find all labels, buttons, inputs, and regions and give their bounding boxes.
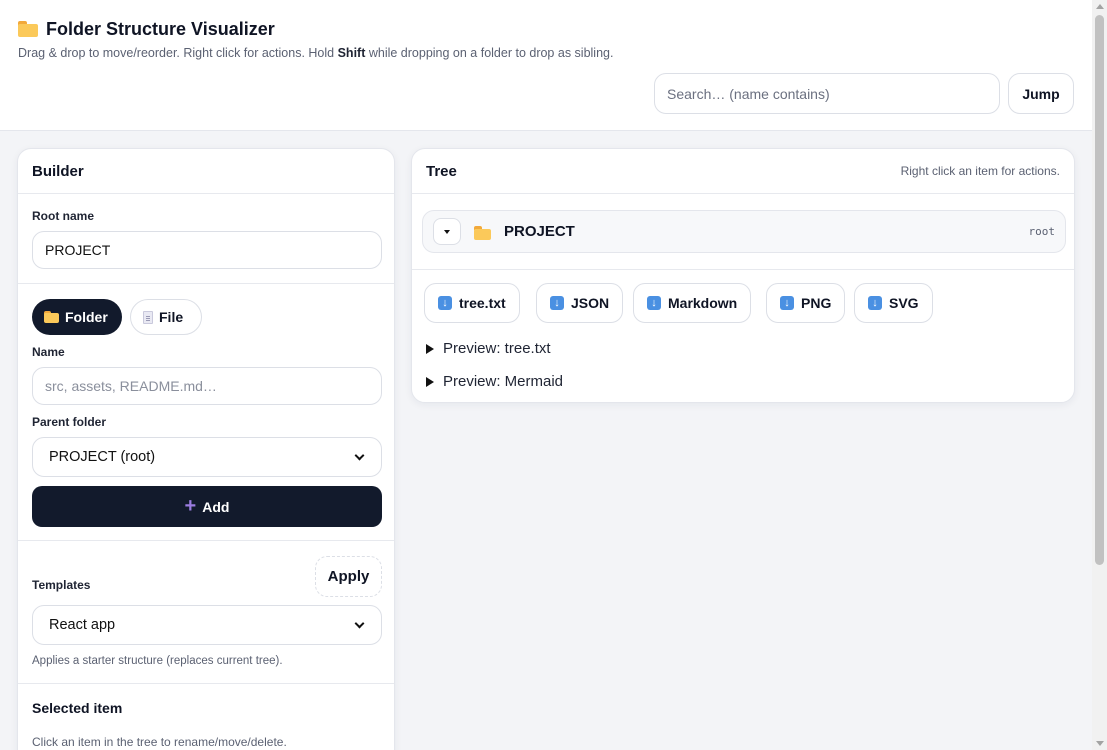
app-title: Folder Structure Visualizer [18,18,275,40]
download-icon: ↓ [647,296,661,310]
type-file-toggle[interactable]: File [130,299,202,335]
vertical-scrollbar[interactable] [1092,0,1107,750]
selected-item-help: Click an item in the tree to rename/move… [32,735,287,749]
export-svg-label: SVG [889,295,919,311]
preview-mermaid-toggle[interactable]: Preview: Mermaid [426,373,563,390]
template-select[interactable]: React app [32,605,382,645]
root-node-name: PROJECT [504,223,575,240]
search-input[interactable] [654,73,1000,114]
app-header: Folder Structure Visualizer Drag & drop … [0,0,1092,131]
download-icon: ↓ [550,296,564,310]
export-txt-button[interactable]: ↓ tree.txt [424,283,520,323]
disclosure-triangle-icon [426,376,434,387]
name-input[interactable] [32,367,382,405]
export-markdown-button[interactable]: ↓ Markdown [633,283,752,323]
templates-help: Applies a starter structure (replaces cu… [32,655,283,667]
chevron-down-icon [354,618,365,628]
type-file-label: File [159,309,184,325]
scroll-up-arrow-icon[interactable] [1096,4,1104,9]
root-tag: root [1028,225,1056,238]
page: Folder Structure Visualizer Drag & drop … [0,0,1092,750]
export-txt-label: tree.txt [459,295,506,311]
export-json-button[interactable]: ↓ JSON [536,283,624,323]
export-markdown-label: Markdown [668,295,738,311]
tree-hint: Right click an item for actions. [900,164,1060,178]
collapse-toggle[interactable] [433,218,461,245]
add-button-label: Add [202,498,230,515]
plus-icon: + [184,494,197,517]
download-icon: ↓ [868,296,882,310]
builder-panel: Builder Root name Folder File Name Paren… [17,148,395,750]
template-value: React app [49,617,116,633]
subtitle-shift-key: Shift [337,46,366,60]
root-name-section: Root name [18,194,394,284]
export-png-label: PNG [801,295,832,311]
app-subtitle: Drag & drop to move/reorder. Right click… [18,46,613,60]
app-title-text: Folder Structure Visualizer [46,18,275,39]
download-icon: ↓ [438,296,452,310]
divider [412,269,1074,270]
tree-title: Tree [426,162,457,180]
parent-folder-select[interactable]: PROJECT (root) [32,437,382,477]
folder-icon [474,226,491,240]
scroll-down-arrow-icon[interactable] [1096,741,1104,746]
root-name-input[interactable] [32,231,382,269]
preview-mermaid-label: Preview: Mermaid [443,373,564,390]
parent-folder-label: Parent folder [32,415,107,429]
apply-template-button[interactable]: Apply [315,556,382,597]
preview-tree-toggle[interactable]: Preview: tree.txt [426,340,551,357]
folder-icon [18,21,38,37]
scrollbar-thumb[interactable] [1095,15,1104,565]
name-label: Name [32,345,65,359]
root-name-label: Root name [32,209,95,223]
caret-down-icon [444,229,450,234]
preview-tree-label: Preview: tree.txt [443,340,551,357]
add-button[interactable]: + Add [32,486,382,527]
builder-header: Builder [18,149,394,194]
subtitle-part-1: Drag & drop to move/reorder. Right click… [18,46,338,60]
disclosure-triangle-icon [426,343,434,354]
tree-panel: Tree Right click an item for actions. PR… [411,148,1075,403]
type-folder-toggle[interactable]: Folder [32,299,122,335]
chevron-down-icon [354,450,365,460]
selected-item-title: Selected item [32,700,123,716]
export-json-label: JSON [571,295,610,311]
subtitle-part-2: while dropping on a folder to drop as si… [365,46,614,60]
folder-icon [44,311,59,323]
type-folder-label: Folder [65,309,108,325]
file-icon [143,310,153,324]
builder-title: Builder [32,162,84,180]
download-icon: ↓ [780,296,794,310]
export-svg-button[interactable]: ↓ SVG [854,283,933,323]
export-png-button[interactable]: ↓ PNG [766,283,846,323]
templates-label: Templates [32,578,91,592]
jump-button[interactable]: Jump [1008,73,1074,114]
parent-folder-value: PROJECT (root) [49,449,156,465]
tree-root-node[interactable]: PROJECT root [422,210,1066,253]
tree-header: Tree Right click an item for actions. [412,149,1074,194]
